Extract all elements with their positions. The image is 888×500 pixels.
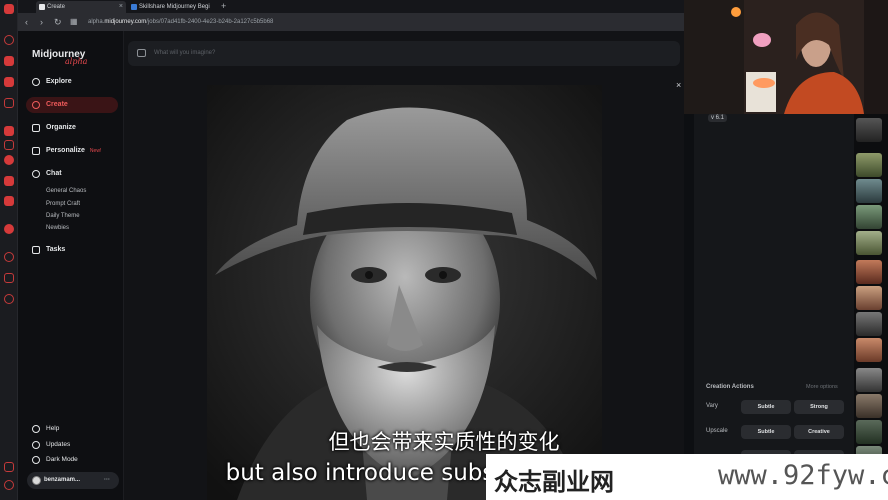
- chat-room-newbies[interactable]: Newbies: [46, 225, 69, 231]
- thumbnail[interactable]: [856, 338, 882, 362]
- tab-label: Skillshare Midjourney Begi: [139, 4, 210, 10]
- watermark-text: 众志副业网: [494, 468, 614, 496]
- nav-chat[interactable]: Chat: [26, 166, 118, 182]
- messenger-icon[interactable]: [4, 155, 14, 165]
- thumbnail[interactable]: [856, 118, 882, 142]
- nav-label: Tasks: [46, 246, 66, 253]
- url-domain: midjourney.com: [104, 19, 147, 25]
- chat-room-daily-theme[interactable]: Daily Theme: [46, 213, 80, 219]
- reload-icon[interactable]: ↻: [54, 16, 62, 28]
- alpha-label: alpha: [65, 57, 88, 66]
- app-icon[interactable]: [4, 126, 14, 136]
- close-icon[interactable]: ×: [119, 1, 123, 13]
- chat-room-prompt-craft[interactable]: Prompt Craft: [46, 201, 80, 207]
- address-bar: ‹ › ↻ ▦ alpha.midjourney.com/jobs/07ad41…: [18, 13, 684, 31]
- chat-bubble-icon: [32, 170, 40, 178]
- version-badge: v 6.1: [708, 114, 728, 122]
- skillshare-favicon-icon: [131, 4, 137, 10]
- thumbs-up-icon: [32, 246, 40, 254]
- compass-icon: [32, 78, 40, 86]
- instagram-icon[interactable]: [4, 176, 14, 186]
- nav-create[interactable]: Create: [26, 97, 118, 113]
- tab-skillshare[interactable]: Skillshare Midjourney Begi: [128, 1, 218, 13]
- watermark-url: www.92fyw.cn: [718, 460, 888, 491]
- presenter-video: [684, 0, 888, 114]
- nav-organize[interactable]: Organize: [26, 120, 118, 136]
- thumbnail[interactable]: [856, 231, 882, 255]
- tab-strip: Create × Skillshare Midjourney Begi +: [18, 0, 684, 13]
- forward-arrow-icon[interactable]: ›: [40, 16, 43, 28]
- speed-dial-icon[interactable]: ▦: [70, 16, 78, 28]
- url-path: /jobs/07ad41fb-2400-4e23-b24b-2a127c5b5b…: [146, 19, 274, 25]
- creation-actions-title: Creation Actions: [706, 384, 754, 390]
- new-badge: New!: [89, 148, 102, 154]
- image-icon: [32, 124, 40, 132]
- prompt-placeholder[interactable]: What will you imagine?: [154, 41, 215, 66]
- nav-explore[interactable]: Explore: [26, 74, 118, 90]
- nav-tasks[interactable]: Tasks: [26, 242, 118, 258]
- thumbnail[interactable]: [856, 179, 882, 203]
- back-arrow-icon[interactable]: ‹: [25, 16, 28, 28]
- nav-label: Explore: [46, 78, 72, 85]
- vary-label: Vary: [706, 403, 718, 409]
- brush-icon: [32, 101, 40, 109]
- subtitle-chinese: 但也会带来实质性的变化: [328, 430, 560, 454]
- workspace-icon[interactable]: [4, 98, 14, 108]
- prompt-bar[interactable]: What will you imagine?: [128, 41, 680, 66]
- nav-label: Organize: [46, 124, 76, 131]
- thumbnail[interactable]: [856, 286, 882, 310]
- vary-strong-button[interactable]: Strong: [794, 400, 844, 414]
- more-options-link[interactable]: More options: [806, 384, 838, 390]
- personalize-icon: [32, 147, 40, 155]
- new-tab-plus-icon[interactable]: +: [221, 0, 226, 12]
- x-twitter-icon[interactable]: [4, 196, 14, 206]
- chat-room-general-chaos[interactable]: General Chaos: [46, 188, 86, 194]
- vary-subtle-button[interactable]: Subtle: [741, 400, 791, 414]
- opera-logo-icon[interactable]: [4, 4, 14, 14]
- box-icon[interactable]: [4, 273, 14, 283]
- thumbnail[interactable]: [856, 368, 882, 392]
- webcam-overlay: [684, 0, 888, 114]
- twitch-icon[interactable]: [4, 77, 14, 87]
- thumbnail[interactable]: [856, 153, 882, 177]
- close-icon[interactable]: ×: [676, 80, 681, 90]
- thumbnail[interactable]: [856, 312, 882, 336]
- url-field[interactable]: alpha.midjourney.com/jobs/07ad41fb-2400-…: [88, 16, 273, 28]
- nav-label: Create: [46, 101, 68, 108]
- nav-label: Personalize: [46, 147, 85, 154]
- extension-icon[interactable]: [4, 224, 14, 234]
- aria-icon[interactable]: [4, 35, 14, 45]
- settings-gear-icon[interactable]: [4, 294, 14, 304]
- history-icon[interactable]: [4, 252, 14, 262]
- nav-personalize[interactable]: Personalize New!: [26, 143, 118, 159]
- tab-label: Create: [47, 4, 66, 10]
- player-icon[interactable]: [4, 140, 14, 150]
- midjourney-favicon-icon: [39, 4, 45, 10]
- image-upload-icon[interactable]: [137, 49, 146, 57]
- browser-sidebar-rail: [0, 0, 18, 500]
- watermark-banner: 众志副业网 www.92fyw.cn: [486, 454, 888, 500]
- thumbnail[interactable]: [856, 260, 882, 284]
- url-prefix: alpha.: [88, 19, 105, 25]
- tab-create[interactable]: Create ×: [36, 1, 126, 13]
- thumbnail[interactable]: [856, 205, 882, 229]
- shopping-bag-icon[interactable]: [4, 56, 14, 66]
- thumbnail[interactable]: [856, 394, 882, 418]
- screen: Create × Skillshare Midjourney Begi + ‹ …: [0, 0, 888, 500]
- nav-label: Chat: [46, 170, 62, 177]
